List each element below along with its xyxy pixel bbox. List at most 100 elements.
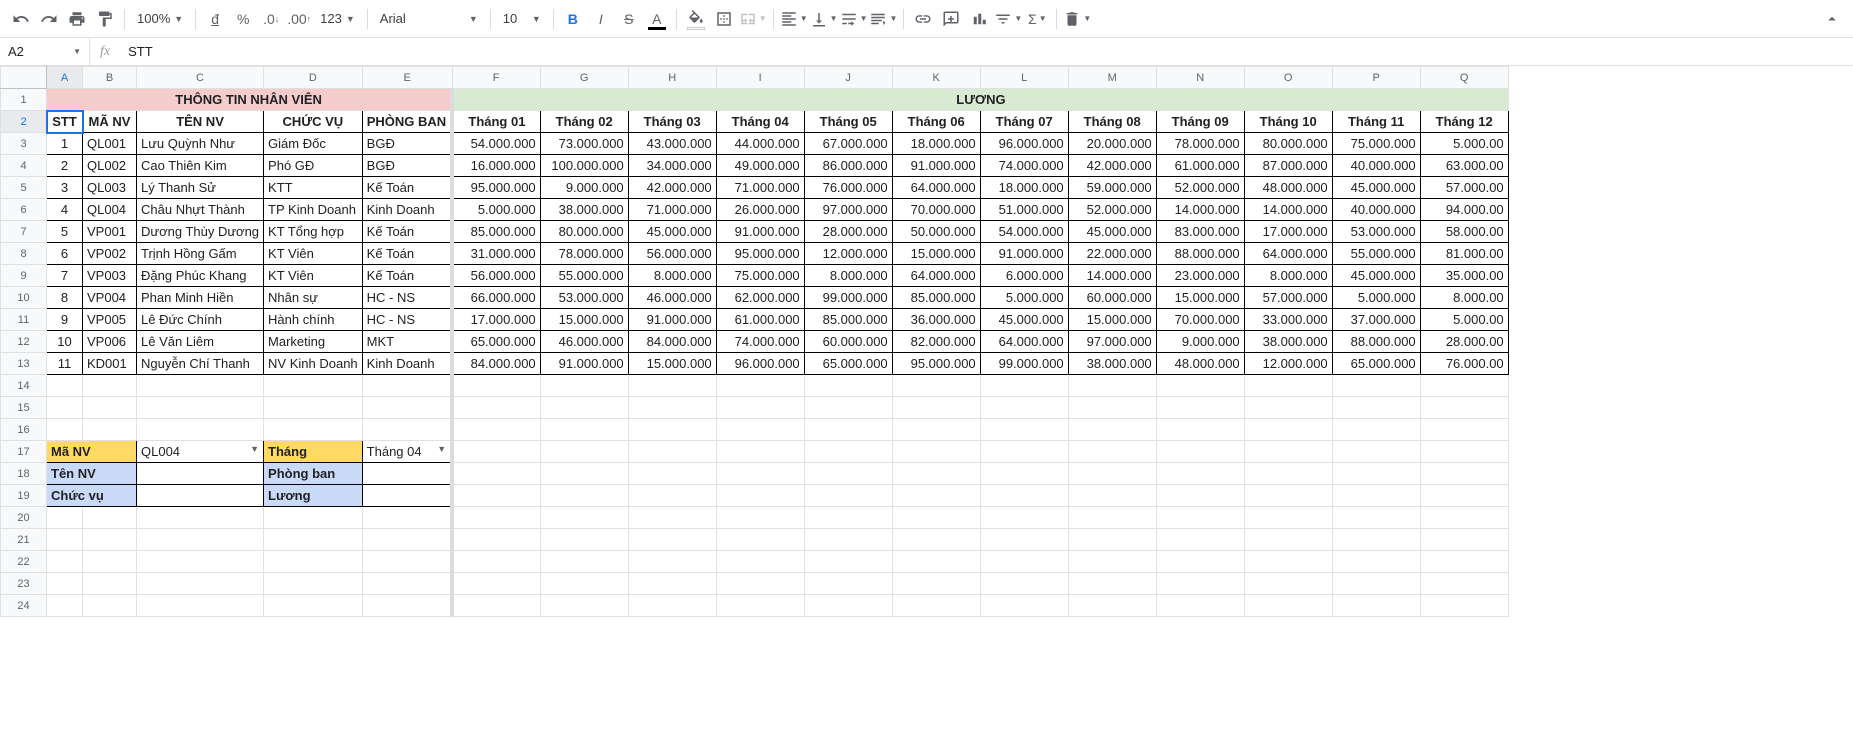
cell-E3[interactable]: BGĐ bbox=[362, 133, 452, 155]
cell-M8[interactable]: 22.000.000 bbox=[1068, 243, 1156, 265]
cell-Q7[interactable]: 58.000.00 bbox=[1420, 221, 1508, 243]
cell-J8[interactable]: 12.000.000 bbox=[804, 243, 892, 265]
undo-button[interactable] bbox=[8, 6, 34, 32]
column-header-L[interactable]: L bbox=[980, 67, 1068, 89]
cell-M6[interactable]: 52.000.000 bbox=[1068, 199, 1156, 221]
cell-K11[interactable]: 36.000.000 bbox=[892, 309, 980, 331]
row-header-17[interactable]: 17 bbox=[1, 441, 47, 463]
cell-F15[interactable] bbox=[452, 397, 540, 419]
currency-button[interactable]: đ bbox=[202, 6, 228, 32]
cell-J4[interactable]: 86.000.000 bbox=[804, 155, 892, 177]
cell-B10[interactable]: VP004 bbox=[83, 287, 137, 309]
cell-Q9[interactable]: 35.000.00 bbox=[1420, 265, 1508, 287]
cell-F13[interactable]: 84.000.000 bbox=[452, 353, 540, 375]
cell-P8[interactable]: 55.000.000 bbox=[1332, 243, 1420, 265]
cell-P17[interactable] bbox=[1332, 441, 1420, 463]
cell-month-2[interactable]: Tháng 02 bbox=[540, 111, 628, 133]
cell-E23[interactable] bbox=[362, 573, 452, 595]
cell-M23[interactable] bbox=[1068, 573, 1156, 595]
cell-F10[interactable]: 66.000.000 bbox=[452, 287, 540, 309]
cell-F20[interactable] bbox=[452, 507, 540, 529]
cell-G15[interactable] bbox=[540, 397, 628, 419]
cell-E16[interactable] bbox=[362, 419, 452, 441]
cell-I17[interactable] bbox=[716, 441, 804, 463]
cell-D9[interactable]: KT Viên bbox=[264, 265, 363, 287]
cell-C12[interactable]: Lê Văn Liêm bbox=[137, 331, 264, 353]
cell-I7[interactable]: 91.000.000 bbox=[716, 221, 804, 243]
cell-I3[interactable]: 44.000.000 bbox=[716, 133, 804, 155]
cell-K4[interactable]: 91.000.000 bbox=[892, 155, 980, 177]
cell-A24[interactable] bbox=[47, 595, 83, 617]
cell-P15[interactable] bbox=[1332, 397, 1420, 419]
cell-month-10[interactable]: Tháng 10 bbox=[1244, 111, 1332, 133]
cell-N8[interactable]: 88.000.000 bbox=[1156, 243, 1244, 265]
cell-G9[interactable]: 55.000.000 bbox=[540, 265, 628, 287]
column-header-M[interactable]: M bbox=[1068, 67, 1156, 89]
cell-G17[interactable] bbox=[540, 441, 628, 463]
cell-K16[interactable] bbox=[892, 419, 980, 441]
cell-J9[interactable]: 8.000.000 bbox=[804, 265, 892, 287]
cell-C5[interactable]: Lý Thanh Sử bbox=[137, 177, 264, 199]
cell-P14[interactable] bbox=[1332, 375, 1420, 397]
cell-I12[interactable]: 74.000.000 bbox=[716, 331, 804, 353]
italic-button[interactable]: I bbox=[588, 6, 614, 32]
cell-K22[interactable] bbox=[892, 551, 980, 573]
cell-H10[interactable]: 46.000.000 bbox=[628, 287, 716, 309]
cell-M14[interactable] bbox=[1068, 375, 1156, 397]
decrease-decimal-button[interactable]: .0↓ bbox=[258, 6, 284, 32]
cell-Q8[interactable]: 81.000.00 bbox=[1420, 243, 1508, 265]
cell-L14[interactable] bbox=[980, 375, 1068, 397]
cell-K14[interactable] bbox=[892, 375, 980, 397]
cell-K10[interactable]: 85.000.000 bbox=[892, 287, 980, 309]
cell-O7[interactable]: 17.000.000 bbox=[1244, 221, 1332, 243]
cell-Q10[interactable]: 8.000.00 bbox=[1420, 287, 1508, 309]
cell-M5[interactable]: 59.000.000 bbox=[1068, 177, 1156, 199]
cell-I11[interactable]: 61.000.000 bbox=[716, 309, 804, 331]
cell-P22[interactable] bbox=[1332, 551, 1420, 573]
cell-N9[interactable]: 23.000.000 bbox=[1156, 265, 1244, 287]
cell-B2[interactable]: MÃ NV bbox=[83, 111, 137, 133]
cell-Q4[interactable]: 63.000.00 bbox=[1420, 155, 1508, 177]
cell-F7[interactable]: 85.000.000 bbox=[452, 221, 540, 243]
cell-J23[interactable] bbox=[804, 573, 892, 595]
cell-E11[interactable]: HC - NS bbox=[362, 309, 452, 331]
info-title[interactable]: THÔNG TIN NHÂN VIÊN bbox=[47, 89, 453, 111]
cell-D22[interactable] bbox=[264, 551, 363, 573]
cell-E7[interactable]: Kế Toán bbox=[362, 221, 452, 243]
cell-O23[interactable] bbox=[1244, 573, 1332, 595]
cell-E5[interactable]: Kế Toán bbox=[362, 177, 452, 199]
cell-P24[interactable] bbox=[1332, 595, 1420, 617]
cell-C23[interactable] bbox=[137, 573, 264, 595]
cell-M24[interactable] bbox=[1068, 595, 1156, 617]
column-header-K[interactable]: K bbox=[892, 67, 980, 89]
cell-M21[interactable] bbox=[1068, 529, 1156, 551]
lookup-luong-label[interactable]: Lương bbox=[264, 485, 363, 507]
row-header-7[interactable]: 7 bbox=[1, 221, 47, 243]
cell-E6[interactable]: Kinh Doanh bbox=[362, 199, 452, 221]
cell-Q20[interactable] bbox=[1420, 507, 1508, 529]
cell-I10[interactable]: 62.000.000 bbox=[716, 287, 804, 309]
cell-A20[interactable] bbox=[47, 507, 83, 529]
cell-A8[interactable]: 6 bbox=[47, 243, 83, 265]
cell-month-5[interactable]: Tháng 05 bbox=[804, 111, 892, 133]
cell-C20[interactable] bbox=[137, 507, 264, 529]
lookup-phongban-label[interactable]: Phòng ban bbox=[264, 463, 363, 485]
cell-P12[interactable]: 88.000.000 bbox=[1332, 331, 1420, 353]
row-header-8[interactable]: 8 bbox=[1, 243, 47, 265]
cell-M13[interactable]: 38.000.000 bbox=[1068, 353, 1156, 375]
cell-M17[interactable] bbox=[1068, 441, 1156, 463]
cell-N19[interactable] bbox=[1156, 485, 1244, 507]
cell-K20[interactable] bbox=[892, 507, 980, 529]
cell-K23[interactable] bbox=[892, 573, 980, 595]
cell-P16[interactable] bbox=[1332, 419, 1420, 441]
lookup-manv-label[interactable]: Mã NV bbox=[47, 441, 137, 463]
column-header-J[interactable]: J bbox=[804, 67, 892, 89]
cell-I18[interactable] bbox=[716, 463, 804, 485]
cell-G13[interactable]: 91.000.000 bbox=[540, 353, 628, 375]
cell-J24[interactable] bbox=[804, 595, 892, 617]
column-header-O[interactable]: O bbox=[1244, 67, 1332, 89]
cell-month-1[interactable]: Tháng 01 bbox=[452, 111, 540, 133]
cell-D10[interactable]: Nhân sự bbox=[264, 287, 363, 309]
insert-comment-button[interactable] bbox=[938, 6, 964, 32]
cell-M4[interactable]: 42.000.000 bbox=[1068, 155, 1156, 177]
